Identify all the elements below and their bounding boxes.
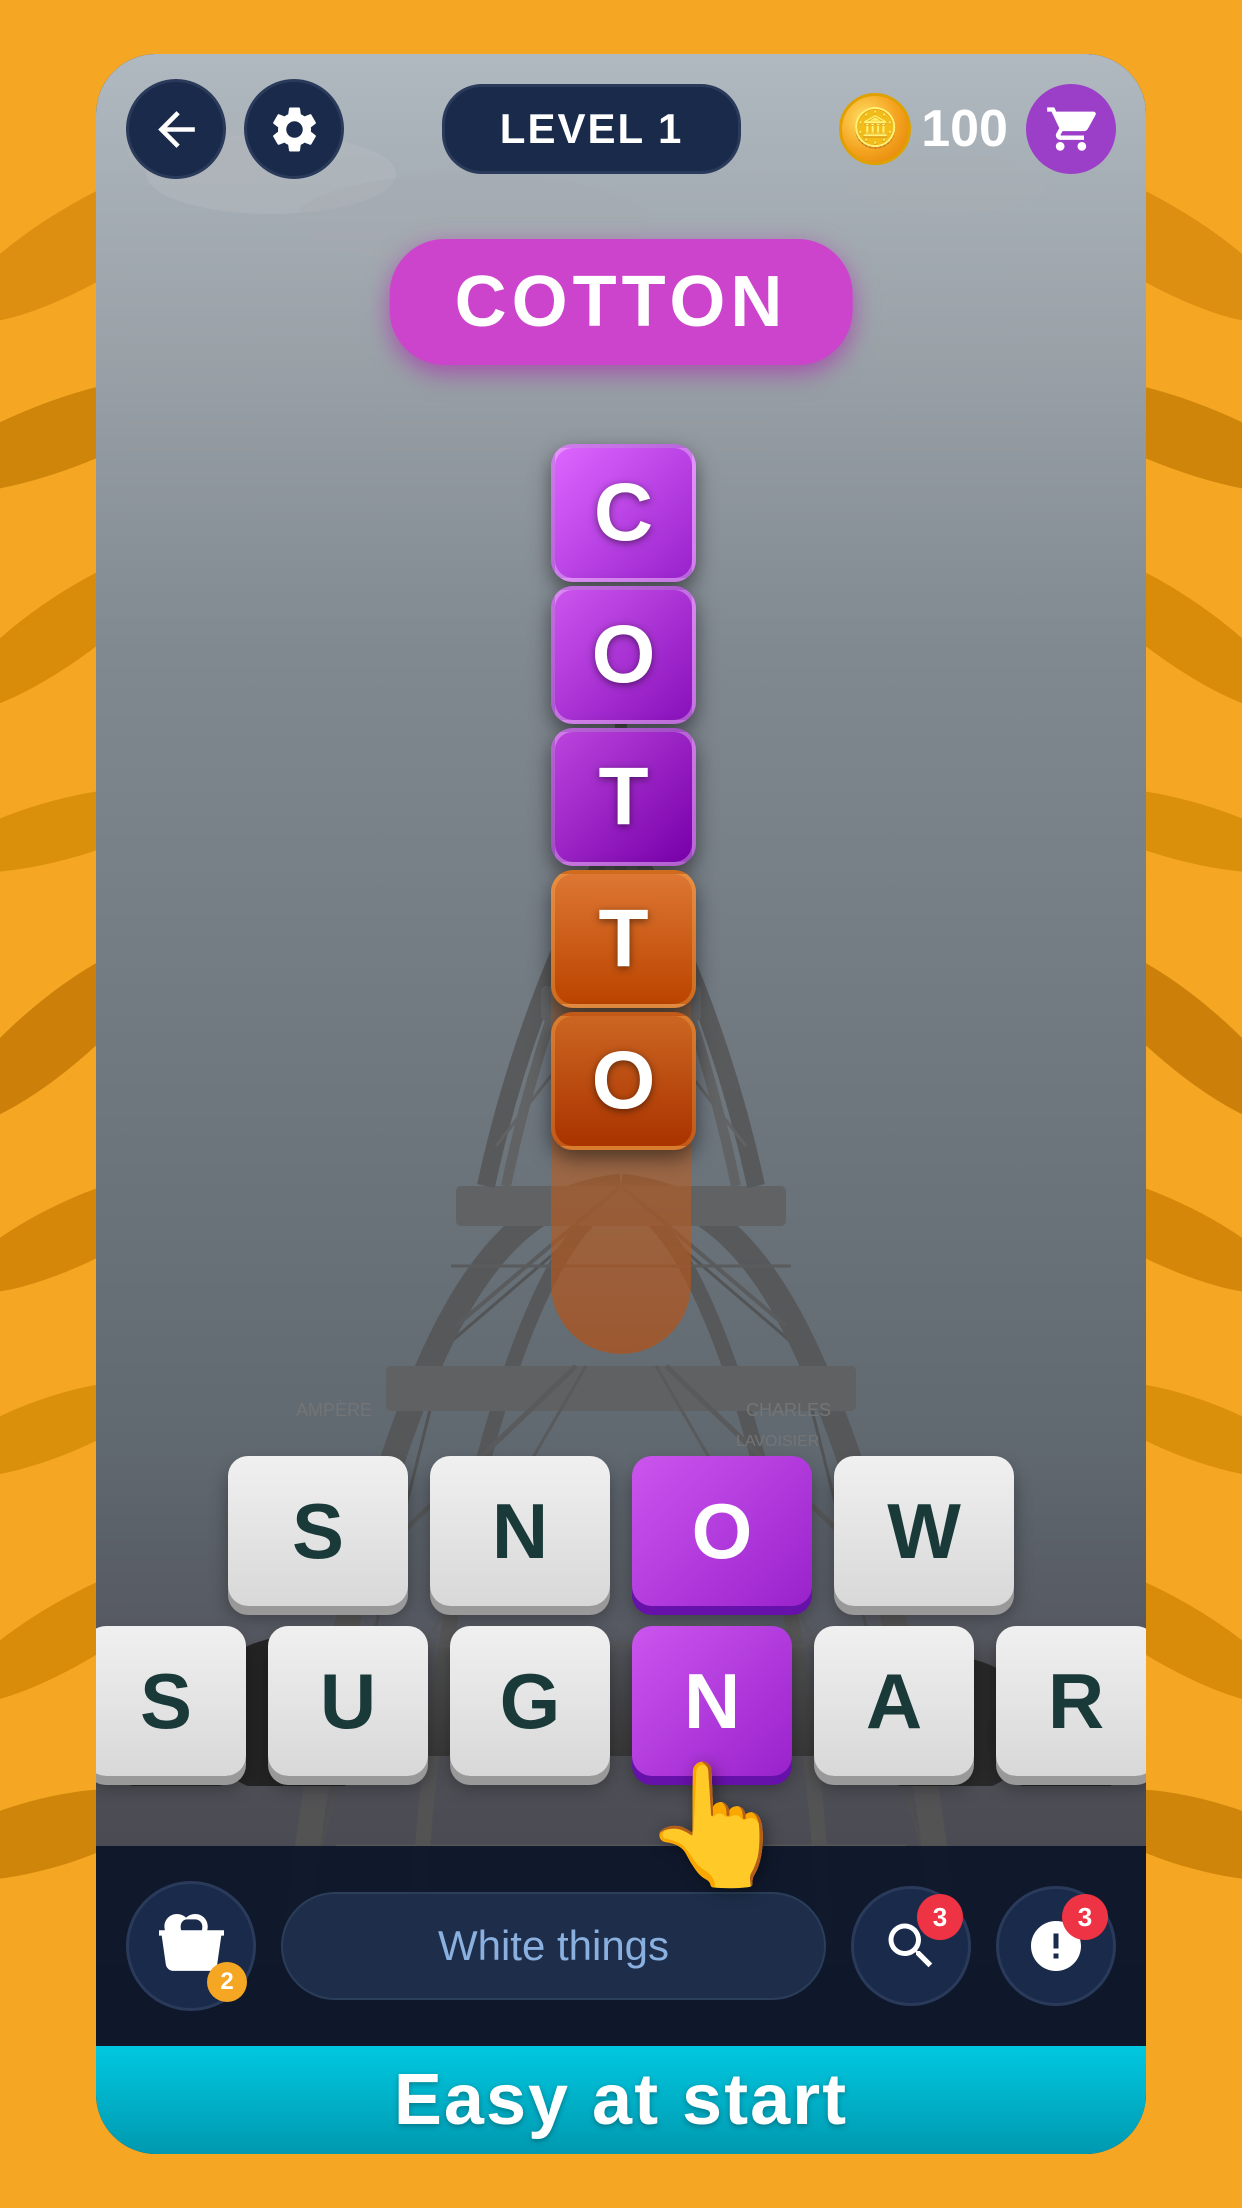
- keyboard-row-1: S N O W: [228, 1456, 1014, 1606]
- hint-search-count: 3: [917, 1894, 963, 1940]
- key-A[interactable]: A: [814, 1626, 974, 1776]
- svg-text:CHARLES: CHARLES: [746, 1400, 831, 1420]
- key-U[interactable]: U: [268, 1626, 428, 1776]
- tile-O2: O: [551, 1012, 696, 1150]
- key-N-highlighted[interactable]: N: [632, 1626, 792, 1776]
- tile-O1: O: [551, 586, 696, 724]
- level-badge: LEVEL 1: [442, 84, 742, 174]
- tile-T2: T: [551, 870, 696, 1008]
- cart-button[interactable]: [1026, 84, 1116, 174]
- hint-search-button[interactable]: 3: [851, 1886, 971, 2006]
- hint-extra-button[interactable]: 3: [996, 1886, 1116, 2006]
- header-left: [126, 79, 344, 179]
- settings-button[interactable]: [244, 79, 344, 179]
- coin-icon: 🪙: [839, 93, 911, 165]
- coin-count: 100: [921, 99, 1008, 159]
- cart-icon: [1045, 103, 1097, 155]
- bottom-bar: 2 White things 3: [96, 1846, 1146, 2046]
- back-button[interactable]: [126, 79, 226, 179]
- keyboard-row-2: S U G N A R: [96, 1626, 1146, 1776]
- bucket-button[interactable]: 2: [126, 1881, 256, 2011]
- word-bubble: COTTON: [390, 239, 853, 365]
- key-R[interactable]: R: [996, 1626, 1146, 1776]
- finger-hint: 👆: [641, 1756, 790, 1896]
- key-S[interactable]: S: [228, 1456, 408, 1606]
- header: LEVEL 1 🪙 100: [96, 54, 1146, 204]
- key-S2[interactable]: S: [96, 1626, 246, 1776]
- vertical-tiles: C O T T O: [551, 444, 696, 1150]
- coins-area: 🪙 100: [839, 84, 1116, 174]
- promo-text: Easy at start: [394, 2059, 848, 2141]
- settings-icon: [267, 102, 322, 157]
- bucket-count: 2: [207, 1962, 247, 2002]
- key-N[interactable]: N: [430, 1456, 610, 1606]
- svg-text:LAVOISIER: LAVOISIER: [736, 1433, 819, 1450]
- promo-bar: Easy at start: [96, 2046, 1146, 2154]
- back-icon: [149, 102, 204, 157]
- svg-text:AMPÈRE: AMPÈRE: [296, 1400, 372, 1420]
- category-pill: White things: [281, 1892, 826, 2000]
- hint-extra-count: 3: [1062, 1894, 1108, 1940]
- tile-T1: T: [551, 728, 696, 866]
- key-W[interactable]: W: [834, 1456, 1014, 1606]
- tile-C: C: [551, 444, 696, 582]
- key-G[interactable]: G: [450, 1626, 610, 1776]
- key-O-highlighted[interactable]: O: [632, 1456, 812, 1606]
